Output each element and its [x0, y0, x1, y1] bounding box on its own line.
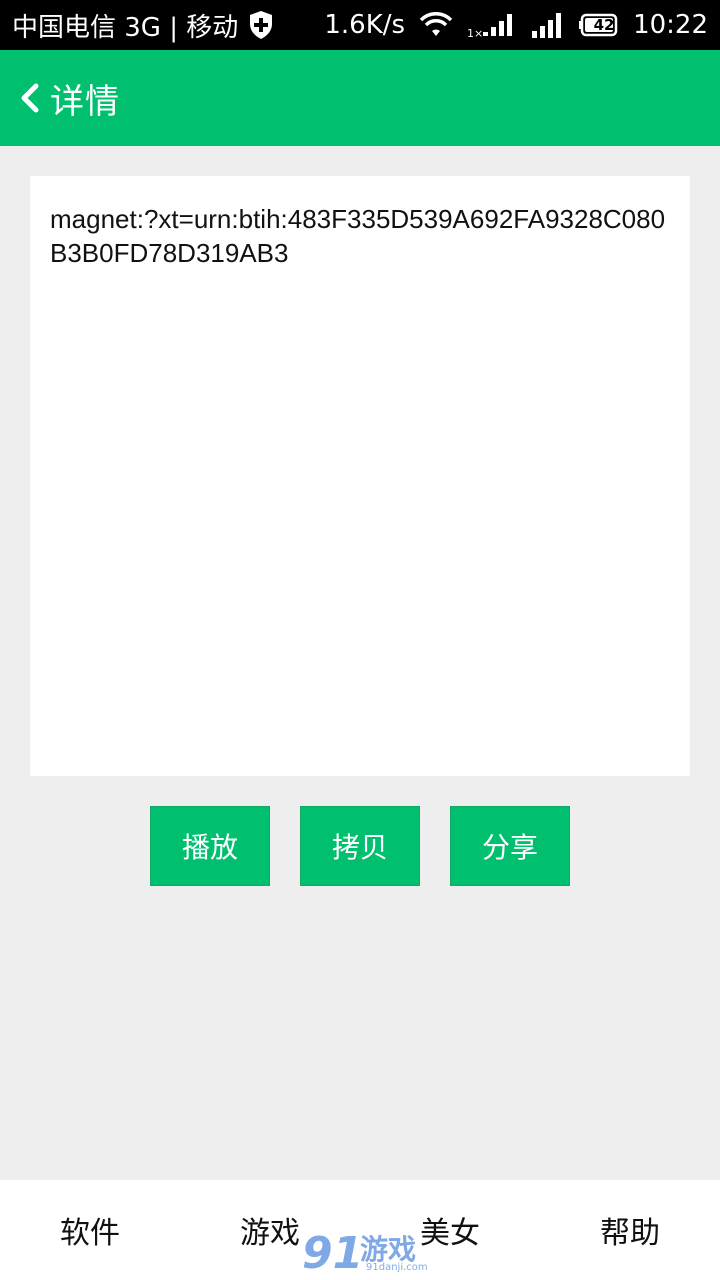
- network-speed: 1.6K/s: [324, 10, 406, 40]
- app-bar: 详情: [0, 50, 720, 146]
- nav-item-software[interactable]: 软件: [0, 1180, 180, 1280]
- detail-card: magnet:?xt=urn:btih:483F335D539A692FA932…: [30, 176, 690, 776]
- clock: 10:22: [633, 10, 708, 40]
- signal-1x-icon: 1×: [467, 10, 517, 40]
- play-button[interactable]: 播放: [150, 806, 270, 886]
- magnet-link-text[interactable]: magnet:?xt=urn:btih:483F335D539A692FA932…: [50, 202, 670, 270]
- signal-icon: [531, 11, 565, 39]
- chevron-left-icon[interactable]: [18, 82, 40, 114]
- nav-item-games[interactable]: 游戏: [180, 1180, 360, 1280]
- svg-text:1×: 1×: [467, 27, 483, 40]
- status-bar: 中国电信 3G | 移动 1.6K/s 1× 42 10:22: [0, 0, 720, 50]
- carrier-text: 中国电信 3G | 移动: [12, 12, 239, 43]
- page-title: 详情: [50, 81, 120, 122]
- nav-item-help[interactable]: 帮助: [540, 1180, 720, 1280]
- nav-item-beauty[interactable]: 美女: [360, 1180, 540, 1280]
- bottom-nav: 软件 游戏 美女 帮助: [0, 1180, 720, 1280]
- shield-icon: [248, 10, 274, 40]
- wifi-icon: [419, 12, 453, 38]
- share-button[interactable]: 分享: [450, 806, 570, 886]
- battery-level: 42: [593, 16, 615, 34]
- copy-button[interactable]: 拷贝: [300, 806, 420, 886]
